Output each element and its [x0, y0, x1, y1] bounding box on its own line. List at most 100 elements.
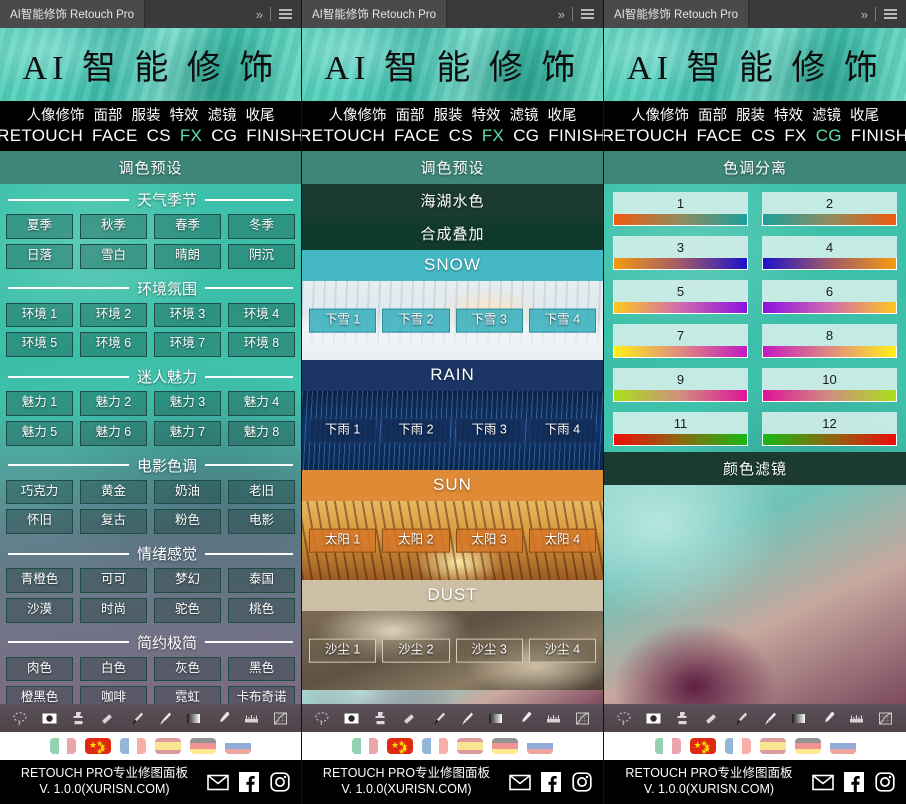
mask-icon[interactable]	[39, 708, 59, 728]
swatch[interactable]: 9	[613, 368, 748, 402]
nav-en-fx[interactable]: FX	[784, 126, 806, 146]
nav-cn-cs[interactable]: 服装	[736, 104, 765, 125]
swatch[interactable]: 8	[762, 324, 897, 358]
preset-button[interactable]: 霓虹	[154, 686, 221, 704]
preset-button[interactable]: 环境 1	[6, 302, 73, 328]
flag-china[interactable]: ★ ★ ★ ★ ★	[387, 738, 413, 754]
facebook-icon[interactable]	[843, 771, 865, 793]
preset-button[interactable]: 橙黑色	[6, 686, 73, 704]
mail-icon[interactable]	[207, 771, 229, 793]
preset-button[interactable]: 夏季	[6, 214, 73, 239]
ruler-icon[interactable]	[847, 708, 867, 728]
nav-cn-retouch[interactable]: 人像修饰	[329, 104, 387, 125]
preset-button[interactable]: 环境 2	[80, 302, 147, 328]
preset-button[interactable]: 魅力 2	[80, 391, 147, 416]
expand-chevron-icon[interactable]: »	[861, 7, 868, 22]
rain-button[interactable]: 下雨 3	[455, 418, 523, 443]
nav-en-retouch[interactable]: RETOUCH	[0, 126, 83, 146]
swatch[interactable]: 2	[762, 192, 897, 226]
flag-germany[interactable]	[794, 738, 821, 754]
dust-button[interactable]: 沙尘 4	[528, 638, 596, 663]
eraser-icon[interactable]	[702, 708, 722, 728]
mask-icon[interactable]	[341, 708, 361, 728]
preset-button[interactable]: 魅力 6	[80, 420, 147, 446]
instagram-icon[interactable]	[269, 771, 291, 793]
eyedropper-icon[interactable]	[818, 708, 838, 728]
gradient-icon[interactable]	[184, 708, 204, 728]
preset-button[interactable]: 电影	[228, 509, 295, 534]
eyedropper-icon[interactable]	[515, 708, 535, 728]
preset-button[interactable]: 魅力 1	[6, 391, 73, 416]
swatch[interactable]: 11	[613, 412, 748, 446]
paintbrush-icon[interactable]	[155, 708, 175, 728]
flag-russia[interactable]	[225, 738, 251, 754]
nav-en-fx[interactable]: FX	[482, 126, 504, 146]
flag-italy[interactable]	[654, 738, 681, 754]
preset-button[interactable]: 环境 5	[6, 332, 73, 357]
nav-cn-cg[interactable]: 滤镜	[812, 104, 841, 125]
nav-cn-finish[interactable]: 收尾	[246, 104, 275, 125]
preset-button[interactable]: 老旧	[228, 479, 295, 505]
nav-en-cg[interactable]: CG	[211, 126, 237, 146]
flag-russia[interactable]	[527, 738, 553, 754]
nav-cn-cg[interactable]: 滤镜	[208, 104, 237, 125]
nav-en-finish[interactable]: FINISH	[851, 126, 906, 146]
sun-button[interactable]: 太阳 2	[382, 528, 450, 553]
nav-en-cs[interactable]: CS	[147, 126, 171, 146]
window-tab-title[interactable]: AI智能修饰 Retouch Pro	[604, 0, 749, 28]
dust-button[interactable]: 沙尘 3	[455, 638, 523, 663]
preset-button[interactable]: 黑色	[228, 656, 295, 682]
hamburger-menu-icon[interactable]	[581, 9, 594, 19]
eraser-icon[interactable]	[399, 708, 419, 728]
snow-button[interactable]: 下雪 3	[455, 308, 523, 333]
expand-chevron-icon[interactable]: »	[558, 7, 565, 22]
nav-cn-fx[interactable]: 特效	[472, 104, 501, 125]
preset-button[interactable]: 日落	[6, 243, 73, 269]
swatch[interactable]: 12	[762, 412, 897, 446]
nav-cn-finish[interactable]: 收尾	[548, 104, 577, 125]
flag-italy[interactable]	[352, 738, 378, 754]
nav-en-face[interactable]: FACE	[92, 126, 138, 146]
nav-cn-face[interactable]: 面部	[396, 104, 425, 125]
preset-button[interactable]: 环境 7	[154, 332, 221, 357]
gradient-icon[interactable]	[486, 708, 506, 728]
preset-button[interactable]: 沙漠	[6, 597, 73, 623]
preset-button[interactable]: 时尚	[80, 597, 147, 623]
snow-button[interactable]: 下雪 1	[309, 308, 377, 333]
nav-en-finish[interactable]: FINISH	[246, 126, 301, 146]
preset-button[interactable]: 梦幻	[154, 568, 221, 593]
sun-button[interactable]: 太阳 3	[455, 528, 523, 553]
preset-button[interactable]: 环境 6	[80, 332, 147, 357]
preset-button[interactable]: 环境 8	[228, 332, 295, 357]
preset-button[interactable]: 雪白	[80, 243, 147, 269]
paintbrush-icon[interactable]	[457, 708, 477, 728]
nav-cn-fx[interactable]: 特效	[170, 104, 199, 125]
preset-button[interactable]: 魅力 3	[154, 391, 221, 416]
nav-cn-retouch[interactable]: 人像修饰	[631, 104, 689, 125]
nav-en-face[interactable]: FACE	[697, 126, 743, 146]
hamburger-menu-icon[interactable]	[884, 9, 897, 19]
flag-france[interactable]	[724, 738, 751, 754]
panel-2-bar-composite[interactable]: 合成叠加	[302, 217, 603, 250]
brush-icon[interactable]	[428, 708, 448, 728]
paintbrush-icon[interactable]	[760, 708, 780, 728]
nav-en-retouch[interactable]: RETOUCH	[604, 126, 688, 146]
rain-button[interactable]: 下雨 4	[528, 418, 596, 443]
preset-button[interactable]: 咖啡	[80, 686, 147, 704]
stamp-icon[interactable]	[370, 708, 390, 728]
brush-icon[interactable]	[126, 708, 146, 728]
lasso-icon[interactable]	[615, 708, 635, 728]
nav-cn-retouch[interactable]: 人像修饰	[27, 104, 85, 125]
preset-button[interactable]: 青橙色	[6, 568, 73, 593]
sun-button[interactable]: 太阳 1	[309, 528, 377, 553]
window-tab-title[interactable]: AI智能修饰 Retouch Pro	[302, 0, 447, 28]
facebook-icon[interactable]	[238, 771, 260, 793]
flag-china[interactable]: ★ ★ ★ ★ ★	[689, 738, 716, 754]
rain-button[interactable]: 下雨 1	[309, 418, 377, 443]
swatch[interactable]: 3	[613, 236, 748, 270]
nav-cn-cg[interactable]: 滤镜	[510, 104, 539, 125]
swatch[interactable]: 5	[613, 280, 748, 314]
brush-icon[interactable]	[731, 708, 751, 728]
nav-cn-fx[interactable]: 特效	[774, 104, 803, 125]
preset-button[interactable]: 白色	[80, 656, 147, 682]
